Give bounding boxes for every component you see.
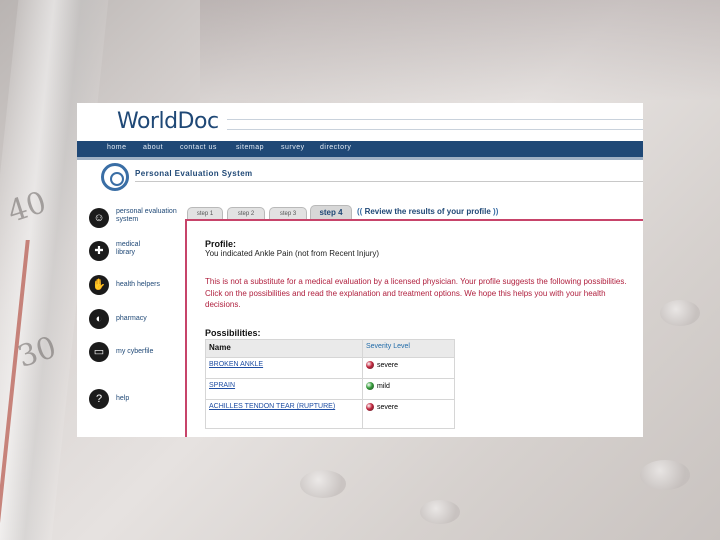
severity-label: severe	[377, 403, 399, 411]
folder-icon: ▭	[89, 342, 109, 362]
disclaimer-text: This is not a substitute for a medical e…	[205, 277, 627, 309]
header: WorldDoc	[77, 103, 643, 140]
hand-icon: ✋	[89, 275, 109, 295]
content-left-border	[185, 219, 187, 437]
condition-link[interactable]: SPRAIN	[209, 382, 235, 389]
sidebar-item-label: medical library	[116, 241, 141, 256]
sidebar-item-help[interactable]: ? help	[89, 389, 189, 411]
nav-directory[interactable]: directory	[320, 144, 351, 151]
section-title: Personal Evaluation System	[135, 169, 253, 178]
worlddoc-logo[interactable]: WorldDoc	[117, 109, 219, 134]
evaluation-logo-icon	[101, 163, 129, 191]
table-row: ACHILLES TENDON TEAR (RUPTURE) severe	[205, 399, 455, 429]
column-header-severity: Severity Level	[362, 339, 455, 358]
profile-heading: Profile:	[205, 239, 237, 249]
sidebar-item-personal-evaluation[interactable]: ☺ personal evaluation system	[89, 208, 189, 236]
help-icon: ?	[89, 389, 109, 409]
person-icon: ☺	[89, 208, 109, 228]
table-row: SPRAIN mild	[205, 378, 455, 400]
review-heading: (( Review the results of your profile ))	[357, 207, 498, 216]
sidebar-item-label: my cyberfile	[116, 348, 154, 355]
nav-sitemap[interactable]: sitemap	[236, 144, 264, 151]
profile-text: You indicated Ankle Pain (not from Recen…	[205, 249, 380, 258]
severity-label: mild	[377, 382, 390, 390]
severity-label: severe	[377, 361, 399, 369]
column-header-name: Name	[205, 339, 363, 358]
table-row: BROKEN ANKLE severe	[205, 357, 455, 379]
tabs-underline	[185, 219, 643, 221]
sidebar-item-label: personal evaluation system	[116, 208, 177, 223]
pill-decoration	[420, 500, 460, 524]
double-chevron-right-icon: ))	[493, 207, 499, 216]
sidebar-item-pharmacy[interactable]: ◐ pharmacy	[89, 309, 189, 331]
pill-decoration	[640, 460, 690, 490]
condition-link[interactable]: BROKEN ANKLE	[209, 361, 263, 368]
possibilities-table: Name Severity Level BROKEN ANKLE severe …	[205, 339, 455, 429]
sidebar-item-health-helpers[interactable]: ✋ health helpers	[89, 275, 189, 297]
sidebar-item-label: pharmacy	[116, 315, 147, 322]
tab-step-4[interactable]: step 4	[310, 205, 352, 220]
table-header-row: Name Severity Level	[205, 339, 455, 358]
nav-contact-us[interactable]: contact us	[180, 144, 217, 151]
severity-indicator-icon	[366, 382, 374, 390]
sidebar-item-medical-library[interactable]: ✚ medical library	[89, 241, 189, 265]
sidebar-item-my-cyberfile[interactable]: ▭ my cyberfile	[89, 342, 189, 364]
background-photo-strip	[200, 0, 720, 100]
review-text: Review the results of your profile	[364, 207, 491, 216]
nav-about[interactable]: about	[143, 144, 163, 151]
double-chevron-left-icon: ((	[357, 207, 363, 216]
nav-survey[interactable]: survey	[281, 144, 305, 151]
webpage-screenshot: WorldDoc home about contact us sitemap s…	[77, 103, 643, 437]
section-divider	[135, 181, 643, 182]
header-divider	[227, 119, 643, 120]
possibilities-heading: Possibilities:	[205, 328, 261, 338]
severity-indicator-icon	[366, 403, 374, 411]
book-icon: ✚	[89, 241, 109, 261]
sidebar-item-label: health helpers	[116, 281, 160, 288]
header-divider	[227, 129, 643, 130]
top-nav: home about contact us sitemap survey dir…	[77, 141, 643, 160]
nav-home[interactable]: home	[107, 144, 127, 151]
sidebar-item-label: help	[116, 395, 130, 402]
severity-indicator-icon	[366, 361, 374, 369]
condition-link[interactable]: ACHILLES TENDON TEAR (RUPTURE)	[209, 403, 335, 410]
pill-decoration	[300, 470, 346, 498]
pill-decoration	[660, 300, 700, 326]
pill-icon: ◐	[89, 309, 109, 329]
